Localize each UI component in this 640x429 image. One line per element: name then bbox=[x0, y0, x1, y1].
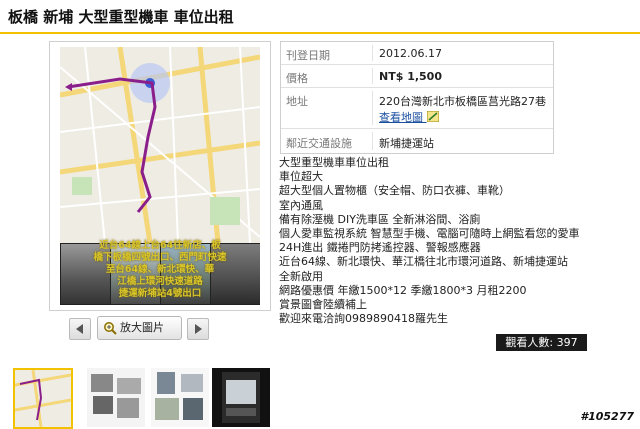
map-image[interactable] bbox=[60, 47, 260, 243]
view-count-badge: 觀看人數: 397 bbox=[496, 334, 587, 351]
thumbnail-photo[interactable] bbox=[151, 368, 209, 427]
title-underline bbox=[0, 32, 640, 34]
caption-line: 近台64線上台64往新店、板 bbox=[99, 240, 221, 251]
caption-line: 橋下板橋四號出口、西門町快速 bbox=[93, 252, 227, 263]
info-key: 地址 bbox=[286, 95, 308, 108]
info-key: 刊登日期 bbox=[286, 49, 330, 62]
description-line: 超大型個人置物櫃（安全帽、防口衣褲、車靴） bbox=[279, 184, 510, 198]
thumbnail-map[interactable] bbox=[13, 368, 73, 429]
caption-line: 捷運新埔站4號出口 bbox=[118, 288, 202, 299]
info-value: 2012.06.17 bbox=[379, 47, 442, 60]
watermark: #105277 bbox=[580, 410, 634, 423]
thumbnail-photo[interactable] bbox=[212, 368, 270, 427]
info-key: 價格 bbox=[286, 72, 308, 85]
caption-line: 至台64線、新北環快、華 bbox=[105, 264, 215, 275]
page-title: 板橋 新埔 大型重型機車 車位出租 bbox=[8, 8, 234, 26]
thumbnail-photo[interactable] bbox=[87, 368, 145, 427]
map-caption: 近台64線上台64往新店、板 橋下板橋四號出口、西門町快速 至台64線、新北環快… bbox=[60, 240, 260, 300]
photo-gallery: 近台64線上台64往新店、板 橋下板橋四號出口、西門町快速 至台64線、新北環快… bbox=[49, 41, 271, 311]
view-map-link[interactable]: 查看地圖 bbox=[379, 109, 439, 125]
description-line: 室內通風 bbox=[279, 198, 323, 212]
description-line: 全新啟用 bbox=[279, 269, 323, 283]
caption-line: 江橋上環河快速道路 bbox=[117, 276, 203, 287]
chevron-left-icon bbox=[76, 324, 83, 334]
magnifier-icon bbox=[104, 322, 117, 335]
info-key: 鄰近交通設施 bbox=[286, 137, 352, 150]
price-value: NT$ 1,500 bbox=[379, 70, 442, 83]
listing-info-table: 刊登日期 2012.06.17 價格 NT$ 1,500 地址 220台灣新北市… bbox=[280, 41, 554, 154]
description-line: 備有除溼機 DIY洗車區 全新淋浴間、浴廁 bbox=[279, 212, 481, 226]
chevron-right-icon bbox=[195, 324, 202, 334]
listing-description: 大型重型機車車位出租 車位超大 超大型個人置物櫃（安全帽、防口衣褲、車靴） 室內… bbox=[279, 156, 619, 326]
description-line: 24H進出 鐵捲門防拷遙控器、警報感應器 bbox=[279, 241, 481, 255]
description-line: 歡迎來電洽詢0989890418羅先生 bbox=[279, 312, 448, 326]
address-value: 220台灣新北市板橋區莒光路27巷 bbox=[379, 95, 546, 108]
enlarge-label: 放大圖片 bbox=[120, 321, 164, 334]
description-line: 車位超大 bbox=[279, 170, 323, 184]
info-value: 新埔捷運站 bbox=[379, 137, 434, 150]
info-row-price: 價格 NT$ 1,500 bbox=[281, 65, 553, 88]
description-line: 大型重型機車車位出租 bbox=[279, 156, 389, 169]
prev-image-button[interactable] bbox=[69, 318, 91, 340]
description-line: 個人愛車監視系統 智慧型手機、電腦可隨時上網監看您的愛車 bbox=[279, 227, 580, 241]
info-row-date: 刊登日期 2012.06.17 bbox=[281, 42, 553, 65]
description-line: 網路優惠價 年繳1500*12 季繳1800*3 月租2200 bbox=[279, 283, 527, 297]
enlarge-image-button[interactable]: 放大圖片 bbox=[97, 316, 182, 340]
info-row-transit: 鄰近交通設施 新埔捷運站 bbox=[281, 129, 553, 153]
description-line: 賞景圖會陸續補上 bbox=[279, 298, 367, 312]
info-row-address: 地址 220台灣新北市板橋區莒光路27巷 查看地圖 bbox=[281, 88, 553, 129]
view-map-label: 查看地圖 bbox=[379, 111, 423, 124]
map-pin-icon bbox=[426, 110, 439, 123]
next-image-button[interactable] bbox=[187, 318, 209, 340]
description-line: 近台64線、新北環快、華江橋往北市環河道路、新埔捷運站 bbox=[279, 255, 568, 269]
